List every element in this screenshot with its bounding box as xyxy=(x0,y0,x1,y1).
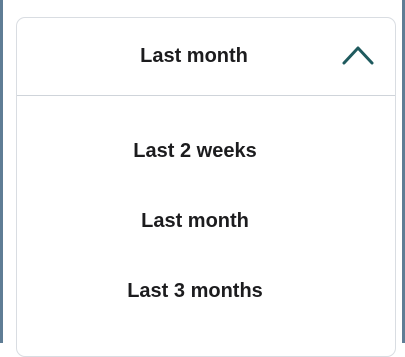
option-label: Last 3 months xyxy=(127,279,263,302)
selected-range-label: Last month xyxy=(140,45,248,67)
option-last-3-months[interactable]: Last 3 months xyxy=(17,256,395,326)
option-label: Last month xyxy=(141,209,249,232)
option-last-2-weeks[interactable]: Last 2 weeks xyxy=(17,116,395,186)
chevron-up-icon[interactable] xyxy=(341,44,375,66)
option-label: Last 2 weeks xyxy=(133,139,257,162)
date-range-dropdown: Last month Last 2 weeks Last month Last … xyxy=(16,17,396,357)
dropdown-header[interactable]: Last month xyxy=(17,18,395,96)
dropdown-options-list: Last 2 weeks Last month Last 3 months xyxy=(17,116,395,326)
window-frame: Last month Last 2 weeks Last month Last … xyxy=(0,0,405,357)
option-last-month[interactable]: Last month xyxy=(17,186,395,256)
